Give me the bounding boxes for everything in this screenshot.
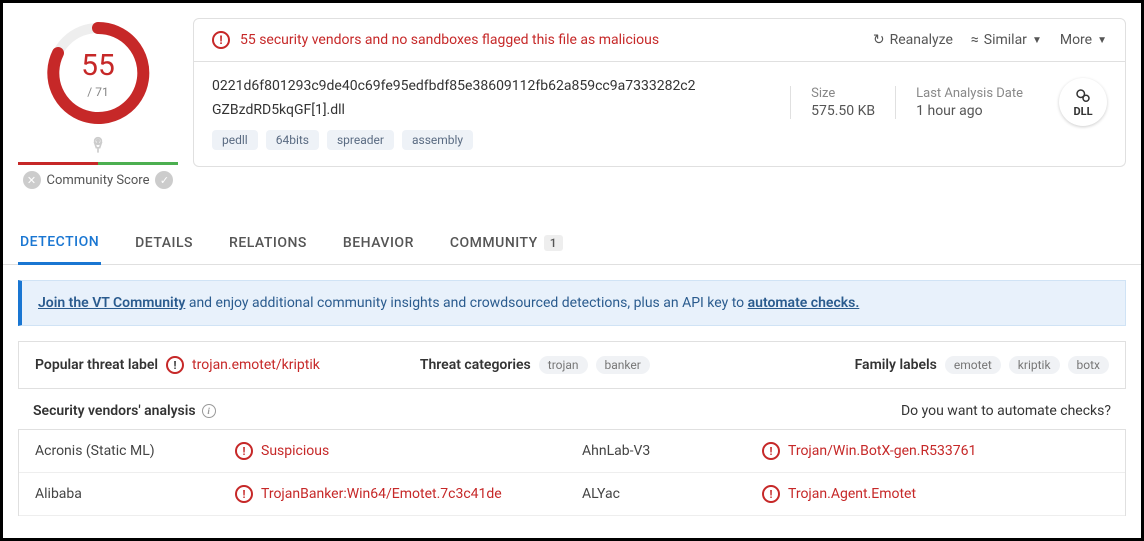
- similar-button[interactable]: ≈ Similar ▼: [971, 32, 1042, 48]
- file-tags: pedll 64bits spreader assembly: [212, 130, 790, 150]
- file-type-icon: DLL: [1059, 78, 1107, 126]
- more-button[interactable]: More ▼: [1060, 32, 1107, 48]
- tab-community[interactable]: COMMUNITY 1: [448, 222, 565, 264]
- file-hash[interactable]: 0221d6f801293c9de40c69fe95edfbdf85e38609…: [212, 78, 790, 94]
- pin-icon: ?: [88, 136, 108, 160]
- detection-result: !TrojanBanker:Win64/Emotet.7c3c41de: [235, 485, 582, 503]
- chevron-down-icon: ▼: [1097, 35, 1107, 46]
- vendor-name: Acronis (Static ML): [35, 443, 235, 459]
- category-chip[interactable]: banker: [596, 356, 650, 374]
- automate-checks-prompt[interactable]: Do you want to automate checks?: [901, 403, 1111, 419]
- category-chip[interactable]: trojan: [539, 356, 588, 374]
- threat-categories-title: Threat categories: [420, 357, 531, 373]
- tag[interactable]: assembly: [402, 130, 473, 150]
- alert-icon: !: [212, 31, 230, 49]
- vendor-row: Alibaba !TrojanBanker:Win64/Emotet.7c3c4…: [19, 473, 1125, 516]
- family-labels-title: Family labels: [855, 357, 937, 373]
- gauge-score: 55: [81, 48, 115, 83]
- community-score-row: ✕ Community Score ✓: [23, 171, 174, 189]
- tag[interactable]: spreader: [327, 130, 394, 150]
- tag[interactable]: pedll: [212, 130, 258, 150]
- tab-behavior[interactable]: BEHAVIOR: [341, 222, 416, 264]
- date-label: Last Analysis Date: [916, 86, 1023, 101]
- vendor-name: AhnLab-V3: [582, 443, 762, 459]
- alert-icon: !: [235, 485, 253, 503]
- vendors-analysis-title: Security vendors' analysis i: [33, 403, 216, 419]
- gauge-total: / 71: [87, 85, 108, 99]
- tab-bar: DETECTION DETAILS RELATIONS BEHAVIOR COM…: [3, 222, 1141, 265]
- score-panel: 55 / 71 ? ✕ Community Score ✓: [18, 18, 178, 189]
- detection-result: !Trojan.Agent.Emotet: [762, 485, 1109, 503]
- alert-text: 55 security vendors and no sandboxes fla…: [240, 32, 659, 48]
- chevron-down-icon: ▼: [1032, 35, 1042, 46]
- alert-icon: !: [762, 485, 780, 503]
- family-chip[interactable]: emotet: [945, 356, 1001, 374]
- tag[interactable]: 64bits: [266, 130, 319, 150]
- vendor-name: Alibaba: [35, 486, 235, 502]
- threat-summary-row: Popular threat label ! trojan.emotet/kri…: [18, 341, 1126, 389]
- size-value: 575.50 KB: [811, 103, 875, 119]
- svg-text:?: ?: [97, 140, 100, 146]
- score-bar: [18, 162, 178, 165]
- tab-detection[interactable]: DETECTION: [18, 222, 101, 265]
- similar-icon: ≈: [971, 32, 979, 48]
- community-count-badge: 1: [544, 235, 563, 251]
- info-icon[interactable]: i: [202, 404, 216, 418]
- file-detail-box: 0221d6f801293c9de40c69fe95edfbdf85e38609…: [193, 62, 1126, 167]
- tab-details[interactable]: DETAILS: [133, 222, 195, 264]
- file-name: GZBzdRD5kqGF[1].dll: [212, 102, 790, 118]
- popular-threat-label-title: Popular threat label: [35, 357, 158, 373]
- community-score-label: Community Score: [47, 173, 150, 188]
- size-label: Size: [811, 86, 875, 101]
- vendor-row: Acronis (Static ML) !Suspicious AhnLab-V…: [19, 430, 1125, 473]
- vendor-name: ALYac: [582, 486, 762, 502]
- automate-checks-link[interactable]: automate checks.: [748, 295, 860, 311]
- detection-result: !Suspicious: [235, 442, 582, 460]
- alert-icon: !: [235, 442, 253, 460]
- reanalyze-icon: ↻: [873, 32, 885, 48]
- vendor-grid: Acronis (Static ML) !Suspicious AhnLab-V…: [18, 429, 1126, 516]
- family-chip[interactable]: botx: [1068, 356, 1109, 374]
- community-banner: Join the VT Community and enjoy addition…: [18, 280, 1126, 326]
- tab-relations[interactable]: RELATIONS: [227, 222, 309, 264]
- alert-icon: !: [762, 442, 780, 460]
- join-community-link[interactable]: Join the VT Community: [38, 295, 185, 311]
- alert-icon: !: [166, 356, 184, 374]
- reanalyze-button[interactable]: ↻ Reanalyze: [873, 32, 953, 48]
- date-value: 1 hour ago: [916, 103, 1023, 119]
- check-badge-icon: ✓: [155, 171, 173, 189]
- family-chip[interactable]: kriptik: [1009, 356, 1060, 374]
- alert-bar: ! 55 security vendors and no sandboxes f…: [193, 18, 1126, 62]
- detection-gauge: 55 / 71: [38, 18, 158, 128]
- x-badge-icon: ✕: [23, 171, 41, 189]
- popular-threat-label-value[interactable]: trojan.emotet/kriptik: [192, 357, 320, 373]
- detection-result: !Trojan/Win.BotX-gen.R533761: [762, 442, 1109, 460]
